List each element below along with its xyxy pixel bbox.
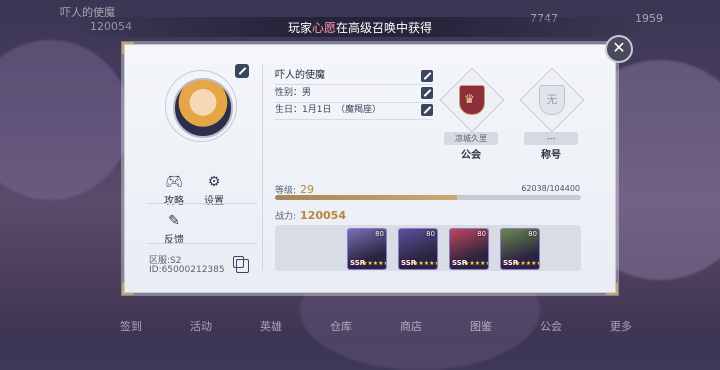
broadcast-notice: 玩家 心愿 在高级召唤中获得	[0, 17, 720, 37]
exp-progress-bar	[275, 195, 581, 200]
player-info-dialog: 🎮︎ 攻略 ⚙ 设置 ✎ 反馈 区服:S2 ID:65000212385 吓人的…	[122, 42, 618, 295]
player-name: 吓人的使魔	[275, 70, 325, 81]
hero-level: 80	[375, 230, 384, 238]
close-button[interactable]: ✕	[605, 35, 633, 63]
hero-stars: ★★★★★	[413, 260, 438, 267]
exp-text: 62038/104400	[521, 184, 580, 193]
bg-menu-4: 商店	[400, 320, 422, 333]
title-emblem: 无	[539, 85, 565, 115]
bg-menu-6: 公会	[540, 320, 562, 333]
copy-id-icon[interactable]	[233, 256, 249, 273]
avatar-frame[interactable]	[165, 70, 237, 142]
power-label: 战力:	[275, 212, 297, 222]
edit-avatar-icon[interactable]	[235, 64, 249, 78]
hero-level: 80	[528, 230, 537, 238]
guide-button[interactable]: 🎮︎ 攻略	[156, 173, 192, 207]
player-gender: 性别：男	[275, 88, 312, 98]
edit-gender-icon[interactable]	[421, 87, 433, 99]
feedback-edit-icon: ✎	[168, 213, 180, 229]
bg-menu-7: 更多	[610, 320, 632, 333]
notice-suffix: 在高级召唤中获得	[336, 20, 433, 35]
edit-name-icon[interactable]	[421, 70, 433, 82]
settings-label: 设置	[204, 196, 224, 207]
divider	[275, 119, 433, 120]
bg-menu-3: 仓库	[330, 320, 352, 333]
settings-button[interactable]: ⚙ 设置	[196, 173, 232, 207]
hero-card-2[interactable]: 80 SSR ★★★★★	[398, 228, 438, 270]
hero-stars: ★★★★★	[515, 260, 540, 267]
corner-ornament	[606, 283, 618, 295]
bg-menu-0: 签到	[120, 320, 142, 333]
hero-card-3[interactable]: 80 SSR ★★★★★	[449, 228, 489, 270]
title-badge[interactable]: 无	[519, 67, 585, 133]
hero-stars: ★★★★★	[464, 260, 489, 267]
divider	[147, 243, 257, 244]
hero-stars: ★★★★★	[362, 260, 387, 267]
divider	[147, 203, 257, 204]
power-value: 120054	[300, 209, 346, 222]
hero-level: 80	[426, 230, 435, 238]
hero-card-4[interactable]: 80 SSR ★★★★★	[500, 228, 540, 270]
exp-progress-fill	[275, 195, 457, 200]
hero-card-1[interactable]: 80 SSR ★★★★★	[347, 228, 387, 270]
vertical-divider	[262, 65, 263, 270]
guide-label: 攻略	[164, 196, 184, 207]
corner-ornament	[122, 283, 134, 295]
hero-level: 80	[477, 230, 486, 238]
guild-name: 凉城久里	[444, 132, 498, 145]
feedback-button[interactable]: ✎ 反馈	[156, 212, 192, 246]
bg-menu-5: 图鉴	[470, 320, 492, 333]
guild-badge[interactable]: ♛	[439, 67, 505, 133]
bg-menu-1: 活动	[190, 320, 212, 333]
avatar	[173, 78, 233, 138]
notice-player: 心愿	[311, 20, 336, 35]
gamepad-icon: 🎮︎	[165, 174, 183, 190]
hero-lineup: 80 SSR ★★★★★ 80 SSR ★★★★★ 80 SSR ★★★★★ 8…	[275, 225, 581, 271]
notice-prefix: 玩家	[287, 20, 312, 35]
close-icon: ✕	[612, 38, 626, 57]
crown-icon: ♛	[464, 92, 475, 106]
player-birthday: 生日：1月1日 （魔羯座）	[275, 105, 381, 115]
guild-label: 公会	[461, 150, 481, 161]
edit-birthday-icon[interactable]	[421, 104, 433, 116]
power-row: 战力: 120054	[275, 209, 346, 222]
title-label: 称号	[541, 150, 561, 161]
corner-ornament	[122, 42, 134, 54]
gear-icon: ⚙	[207, 174, 221, 190]
title-name: ---	[524, 132, 578, 145]
bg-menu-2: 英雄	[260, 320, 282, 333]
player-id: ID:65000212385	[149, 265, 225, 275]
